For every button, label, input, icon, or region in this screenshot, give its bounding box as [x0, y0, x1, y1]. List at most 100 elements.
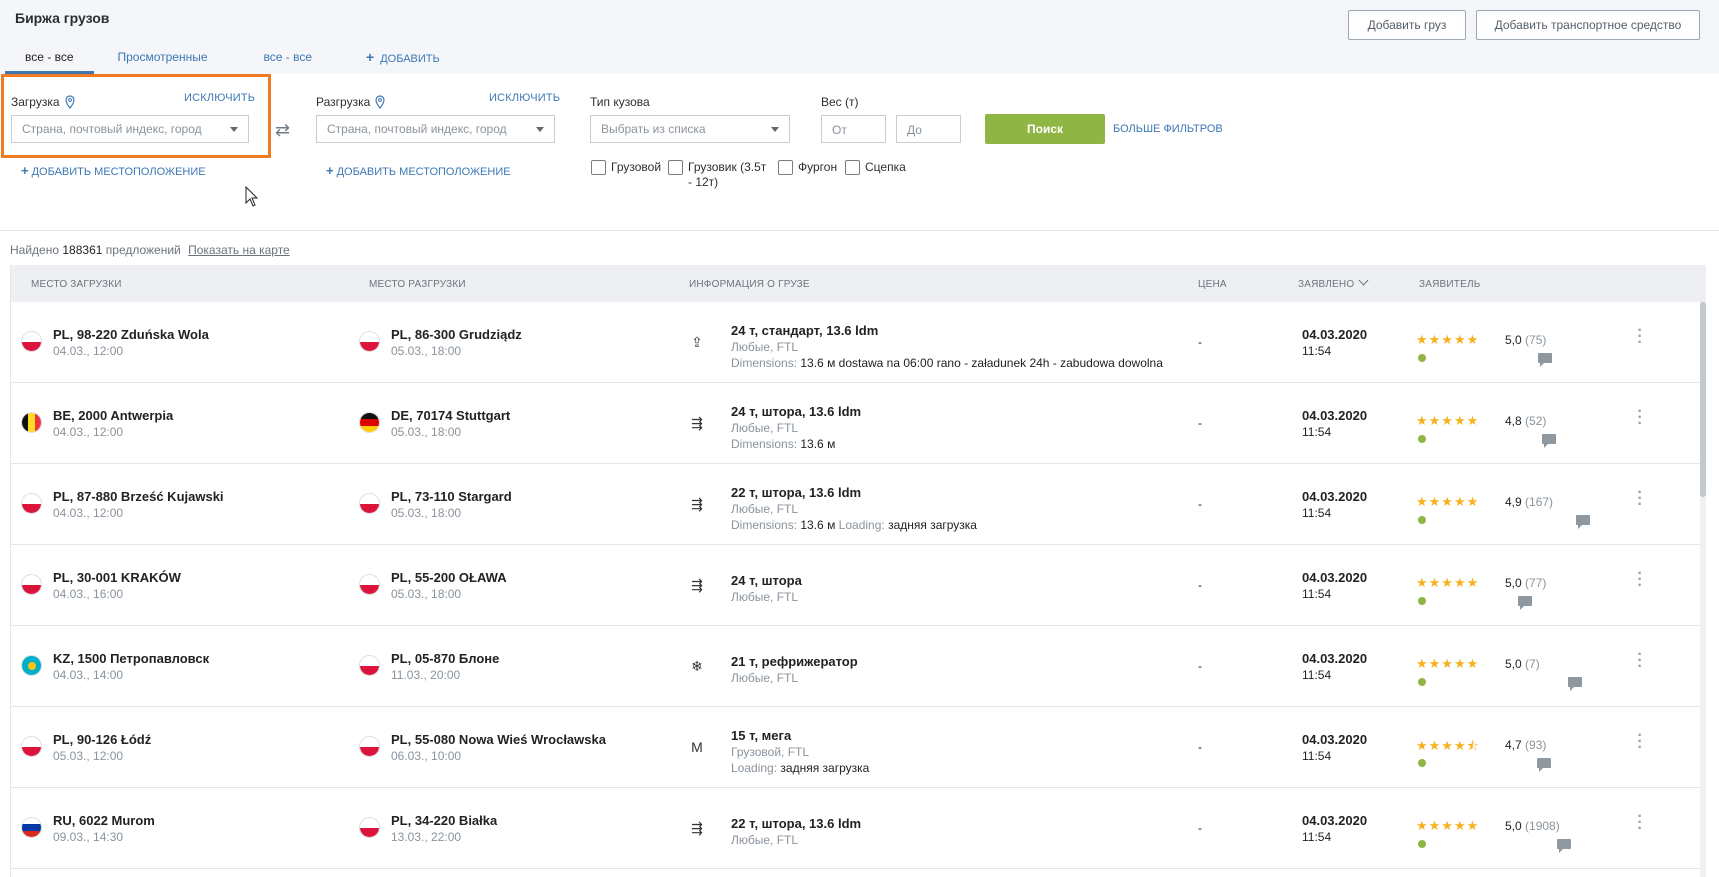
price: - — [1198, 740, 1202, 754]
table-row[interactable]: PL, 87-880 Brześć Kujawski 04.03., 12:00… — [11, 464, 1701, 545]
rating-value: 4,7 (93) — [1505, 738, 1547, 752]
online-status-icon — [1418, 678, 1426, 686]
add-vehicle-button[interactable]: Добавить транспортное средство — [1476, 10, 1700, 40]
chevron-down-icon — [771, 126, 779, 132]
checkbox-truck[interactable]: Грузовой — [591, 160, 661, 175]
col-declared[interactable]: ЗАЯВЛЕНО — [1298, 275, 1369, 290]
loading-city: KZ, 1500 Петропавловск — [53, 651, 210, 666]
chat-icon[interactable] — [1542, 434, 1556, 448]
add-cargo-button[interactable]: Добавить груз — [1348, 10, 1466, 40]
col-cargo-info[interactable]: ИНФОРМАЦИЯ О ГРУЗЕ — [689, 279, 810, 290]
chat-icon[interactable] — [1568, 677, 1582, 691]
flag-pl-icon — [21, 574, 42, 595]
show-on-map-link[interactable]: Показать на карте — [188, 243, 290, 257]
checkbox-box[interactable] — [591, 160, 606, 175]
more-filters-link[interactable]: БОЛЬШЕ ФИЛЬТРОВ — [1113, 123, 1223, 135]
more-options-icon[interactable]: · · · — [1635, 728, 1645, 756]
tab-viewed[interactable]: Просмотренные — [94, 44, 238, 74]
results-number: 188361 — [62, 243, 103, 257]
chat-icon[interactable] — [1518, 596, 1532, 610]
chat-icon[interactable] — [1537, 758, 1551, 772]
loading-date: 04.03., 12:00 — [53, 344, 124, 358]
more-options-icon[interactable]: · · · — [1635, 404, 1645, 432]
loading-exclude-link[interactable]: ИСКЛЮЧИТЬ — [184, 92, 255, 104]
weight-from-input[interactable]: От — [821, 115, 886, 143]
col-applicant[interactable]: ЗАЯВИТЕЛЬ — [1419, 279, 1481, 290]
cargo-subtitle: Любые, FTL — [731, 833, 799, 847]
table-row[interactable]: RU, 6022 Murom 09.03., 14:30 PL, 34-220 … — [11, 788, 1701, 869]
rating-stars-icon: ★★★★★ — [1416, 413, 1480, 428]
unloading-date: 11.03., 20:00 — [391, 668, 461, 682]
unloading-city: DE, 70174 Stuttgart — [391, 408, 511, 423]
tab-all-all-2[interactable]: все - все — [238, 44, 347, 74]
chat-icon[interactable] — [1538, 353, 1552, 367]
side-load-icon: ⇶ — [691, 820, 703, 836]
unloading-add-location-link[interactable]: + ДОБАВИТЬ МЕСТОПОЛОЖЕНИЕ — [326, 163, 511, 178]
side-load-icon: ⇶ — [691, 577, 703, 593]
loading-city: BE, 2000 Antwerpia — [53, 408, 174, 423]
cargo-subtitle: Любые, FTL — [731, 671, 799, 685]
weight-to-input[interactable]: До — [896, 115, 961, 143]
checkbox-light-truck[interactable]: Грузовик (3.5т - 12т) — [668, 160, 766, 190]
cargo-subtitle: Грузовой, FTL — [731, 745, 810, 759]
loading-add-location-link[interactable]: + ДОБАВИТЬ МЕСТОПОЛОЖЕНИЕ — [21, 163, 206, 178]
rating-value: 4,9 (167) — [1505, 495, 1554, 509]
cargo-details: Loading: задняя загрузка — [731, 761, 870, 775]
table-row[interactable]: PL, 30-001 KRAKÓW 04.03., 16:00 PL, 55-2… — [11, 545, 1701, 626]
flag-pl-icon — [21, 736, 42, 757]
unloading-date: 05.03., 18:00 — [391, 344, 462, 358]
chat-icon[interactable] — [1576, 515, 1590, 529]
table-row[interactable]: PL, 90-126 Łódź 05.03., 12:00 PL, 55-080… — [11, 707, 1701, 788]
online-status-icon — [1418, 354, 1426, 362]
loading-location-input[interactable]: Страна, почтовый индекс, город — [11, 115, 249, 143]
declared-date: 04.03.2020 — [1302, 732, 1368, 747]
declared-time: 11:54 — [1302, 344, 1332, 358]
price: - — [1198, 659, 1202, 673]
rating-value: 5,0 (77) — [1505, 576, 1547, 590]
cargo-title: 15 т, мега — [731, 728, 792, 743]
more-options-icon[interactable]: · · · — [1635, 647, 1645, 675]
unloading-exclude-link[interactable]: ИСКЛЮЧИТЬ — [489, 92, 560, 104]
more-options-icon[interactable]: · · · — [1635, 566, 1645, 594]
flag-ru-icon — [21, 817, 42, 838]
table-row[interactable]: KZ, 1500 Петропавловск 04.03., 14:00 PL,… — [11, 626, 1701, 707]
sort-chevron-down-icon[interactable] — [1358, 275, 1369, 286]
online-status-icon — [1418, 759, 1426, 767]
declared-date: 04.03.2020 — [1302, 570, 1368, 585]
more-options-icon[interactable]: · · · — [1635, 809, 1645, 837]
more-options-icon[interactable]: · · · — [1635, 485, 1645, 513]
col-unloading-place[interactable]: МЕСТО РАЗГРУЗКИ — [369, 279, 466, 290]
table-row[interactable]: PL, 98-220 Zduńska Wola 04.03., 12:00 PL… — [11, 302, 1701, 383]
plus-icon: + — [366, 49, 375, 65]
declared-date: 04.03.2020 — [1302, 489, 1368, 504]
col-price[interactable]: ЦЕНА — [1198, 279, 1227, 290]
unloading-location-input[interactable]: Страна, почтовый индекс, город — [316, 115, 555, 143]
flag-pl-icon — [359, 493, 380, 514]
loading-date: 05.03., 12:00 — [53, 749, 124, 763]
search-button[interactable]: Поиск — [985, 114, 1105, 144]
col-loading-place[interactable]: МЕСТО ЗАГРУЗКИ — [31, 279, 122, 290]
checkbox-trailer[interactable]: Сцепка — [845, 160, 906, 175]
checkbox-van[interactable]: Фургон — [778, 160, 837, 175]
scrollbar-thumb[interactable] — [1700, 302, 1706, 497]
more-options-icon[interactable]: · · · — [1635, 323, 1645, 351]
loading-city: RU, 6022 Murom — [53, 813, 155, 828]
price: - — [1198, 578, 1202, 592]
chat-icon[interactable] — [1557, 839, 1571, 853]
unloading-city: PL, 86-300 Grudziądz — [391, 327, 522, 342]
swap-icon[interactable]: ⇄ — [275, 120, 290, 141]
body-type-select[interactable]: Выбрать из списка — [590, 115, 790, 143]
checkbox-box[interactable] — [668, 160, 683, 175]
scrollbar[interactable] — [1700, 302, 1706, 877]
add-tab-button[interactable]: + ДОБАВИТЬ — [346, 44, 460, 74]
loading-city: PL, 98-220 Zduńska Wola — [53, 327, 209, 342]
declared-date: 04.03.2020 — [1302, 408, 1368, 423]
table-row[interactable]: BE, 2000 Antwerpia 04.03., 12:00 DE, 701… — [11, 383, 1701, 464]
flag-pl-icon — [21, 331, 42, 352]
checkbox-box[interactable] — [845, 160, 860, 175]
checkbox-box[interactable] — [778, 160, 793, 175]
unloading-date: 13.03., 22:00 — [391, 830, 462, 844]
checkbox-light-truck-label: Грузовик (3.5т — [688, 160, 767, 174]
tab-all-all[interactable]: все - все — [5, 44, 94, 74]
loading-city: PL, 87-880 Brześć Kujawski — [53, 489, 224, 504]
